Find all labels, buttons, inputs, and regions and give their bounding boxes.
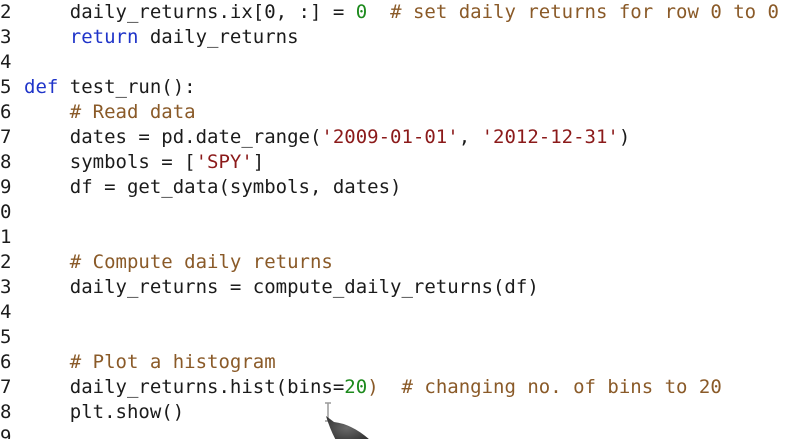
line-number: 4 [0, 51, 12, 73]
code-token-keyword: def [24, 76, 59, 98]
code-token-string: 'SPY' [195, 151, 253, 173]
code-line[interactable]: 3 return daily_returns [0, 25, 800, 50]
code-token-plain: ) [618, 126, 631, 148]
line-code: # Read data [24, 100, 196, 125]
code-line[interactable]: 7 daily_returns.hist(bins=20) # changing… [0, 375, 800, 400]
line-code: df = get_data(symbols, dates) [24, 175, 402, 200]
code-token-plain: df = get_data(symbols, dates) [24, 176, 402, 198]
line-code: # Compute daily returns [24, 250, 333, 275]
stylus-pen-icon [326, 416, 369, 439]
code-token-comment: ) # changing no. of bins to 20 [367, 376, 722, 398]
line-code: # Plot a histogram [24, 350, 276, 375]
code-line[interactable]: 4 [0, 50, 800, 75]
code-token-plain: plt.show() [24, 401, 185, 423]
line-code: daily_returns = compute_daily_returns(df… [24, 275, 539, 300]
code-line[interactable]: 8 symbols = ['SPY'] [0, 150, 800, 175]
code-token-comment: # Read data [24, 101, 196, 123]
code-line[interactable]: 0 [0, 200, 800, 225]
line-number: 8 [0, 151, 12, 173]
line-number: 0 [0, 201, 12, 223]
line-code: daily_returns.hist(bins=20) # changing n… [24, 375, 722, 400]
code-token-plain: daily_returns [138, 26, 299, 48]
line-code: daily_returns.ix[0, :] = 0 # set daily r… [24, 0, 779, 25]
line-number: 9 [0, 176, 12, 198]
code-token-string: '2012-12-31' [481, 126, 619, 148]
code-line[interactable]: 2 # Compute daily returns [0, 250, 800, 275]
code-token-string: '2009-01-01' [321, 126, 459, 148]
line-number: 5 [0, 326, 12, 348]
code-token-plain: ] [252, 151, 265, 173]
code-token-num: 20 [344, 376, 368, 398]
code-token-num: 0 [355, 1, 368, 23]
code-line[interactable]: 1 [0, 225, 800, 250]
line-number: 1 [0, 226, 12, 248]
code-token-plain: daily_returns.ix[0, :] = [24, 1, 356, 23]
line-number: 4 [0, 301, 12, 323]
code-line[interactable]: 6 # Read data [0, 100, 800, 125]
line-number: 2 [0, 1, 12, 23]
code-token-plain: daily_returns.hist(bins= [24, 376, 345, 398]
code-line[interactable]: 9 [0, 425, 800, 439]
line-number: 3 [0, 276, 12, 298]
code-editor[interactable]: 2 daily_returns.ix[0, :] = 0 # set daily… [0, 0, 800, 439]
line-number: 7 [0, 376, 12, 398]
line-number: 5 [0, 76, 12, 98]
code-token-plain: , [458, 126, 482, 148]
code-line[interactable]: 4 [0, 300, 800, 325]
code-line[interactable]: 6 # Plot a histogram [0, 350, 800, 375]
line-code: symbols = ['SPY'] [24, 150, 265, 175]
line-number: 6 [0, 351, 12, 373]
code-token-plain: symbols = [ [24, 151, 196, 173]
code-line[interactable]: 3 daily_returns = compute_daily_returns(… [0, 275, 800, 300]
line-number: 6 [0, 101, 12, 123]
code-line[interactable]: 5 def test_run(): [0, 75, 800, 100]
line-number: 2 [0, 251, 12, 273]
code-line[interactable]: 9 df = get_data(symbols, dates) [0, 175, 800, 200]
line-code: def test_run(): [24, 75, 196, 100]
line-code: dates = pd.date_range('2009-01-01', '201… [24, 125, 631, 150]
code-token-comment: # Compute daily returns [24, 251, 333, 273]
code-token-keyword: return [69, 26, 139, 48]
code-token-comment: # Plot a histogram [24, 351, 276, 373]
code-token-comment: # set daily returns for row 0 to 0 [367, 1, 779, 23]
code-token-plain: dates = pd.date_range( [24, 126, 322, 148]
line-code: plt.show() [24, 400, 184, 425]
code-line[interactable]: 2 daily_returns.ix[0, :] = 0 # set daily… [0, 0, 800, 25]
line-code: return daily_returns [24, 25, 299, 50]
code-token-plain: daily_returns = compute_daily_returns(df… [24, 276, 539, 298]
code-token-plain: test_run(): [58, 76, 196, 98]
code-line[interactable]: 7 dates = pd.date_range('2009-01-01', '2… [0, 125, 800, 150]
line-number: 8 [0, 401, 12, 423]
line-number: 3 [0, 26, 12, 48]
code-line[interactable]: 8 plt.show() [0, 400, 800, 425]
line-number: 7 [0, 126, 12, 148]
line-number: 9 [0, 426, 12, 439]
code-line[interactable]: 5 [0, 325, 800, 350]
